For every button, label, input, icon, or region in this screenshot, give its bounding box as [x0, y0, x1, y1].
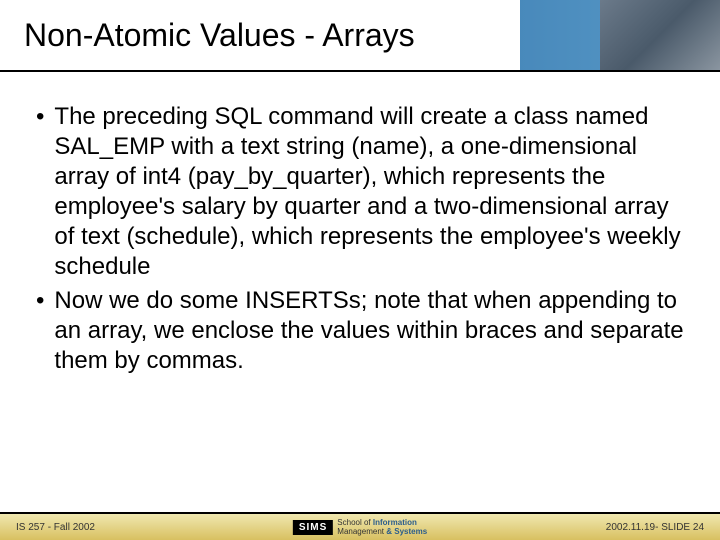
bullet-text: Now we do some INSERTSs; note that when …	[54, 286, 684, 376]
slide-content: • The preceding SQL command will create …	[0, 72, 720, 376]
title-background: Non-Atomic Values - Arrays	[0, 0, 520, 70]
bullet-text: The preceding SQL command will create a …	[54, 102, 684, 282]
header-decorative-image	[600, 0, 720, 70]
bullet-marker: •	[36, 102, 44, 282]
slide-header: Non-Atomic Values - Arrays	[0, 0, 720, 70]
slide-title: Non-Atomic Values - Arrays	[24, 17, 415, 54]
bullet-marker: •	[36, 286, 44, 376]
footer-right-text: 2002.11.19- SLIDE 24	[606, 522, 704, 533]
sims-logo: SIMS	[293, 520, 333, 535]
sims-logo-subtitle: School of Information Management & Syste…	[337, 518, 427, 536]
slide-footer: IS 257 - Fall 2002 SIMS School of Inform…	[0, 512, 720, 540]
footer-left-text: IS 257 - Fall 2002	[16, 522, 95, 533]
bullet-item: • Now we do some INSERTSs; note that whe…	[36, 286, 684, 376]
footer-logo-block: SIMS School of Information Management & …	[293, 518, 427, 536]
bullet-item: • The preceding SQL command will create …	[36, 102, 684, 282]
